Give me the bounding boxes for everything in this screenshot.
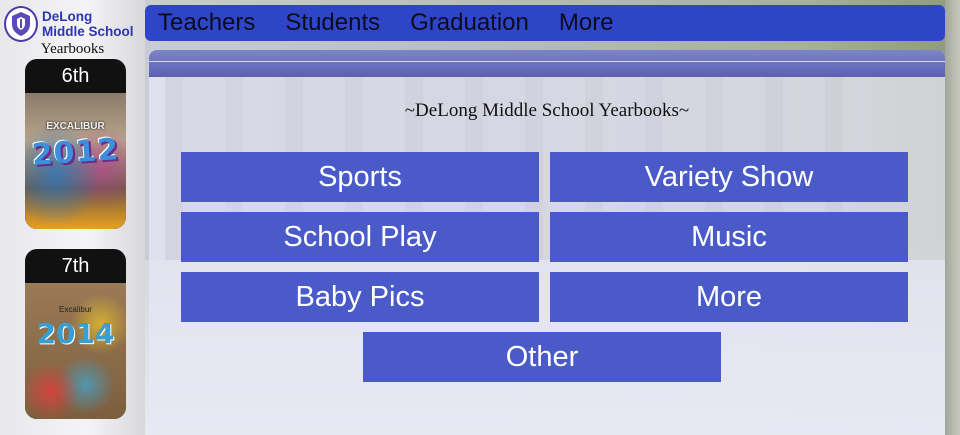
baby-pics-button[interactable]: Baby Pics — [181, 272, 539, 322]
cover-7th-title: Excalibur — [59, 305, 92, 314]
other-button[interactable]: Other — [363, 332, 721, 382]
page-heading: ~DeLong Middle School Yearbooks~ — [404, 100, 690, 121]
variety-show-button[interactable]: Variety Show — [550, 152, 908, 202]
nav-graduation[interactable]: Graduation — [410, 9, 529, 37]
cover-7th-year: 2014 — [36, 317, 115, 350]
top-nav-bar: Teachers Students Graduation More — [145, 5, 945, 41]
nav-teachers[interactable]: Teachers — [158, 9, 255, 37]
school-logo[interactable]: DeLong Middle School — [4, 4, 144, 44]
yearbook-6th-card[interactable]: 6th EXCALIBUR 2012 — [25, 59, 126, 229]
school-name: DeLong Middle School — [42, 9, 134, 39]
nav-students[interactable]: Students — [285, 9, 380, 37]
cover-6th-year: 2012 — [30, 131, 121, 174]
nav-more[interactable]: More — [559, 9, 614, 37]
cover-6th-title: EXCALIBUR — [46, 121, 105, 132]
yearbook-7th-label: 7th — [61, 255, 90, 277]
school-name-line2: Middle School — [42, 24, 134, 39]
music-button[interactable]: Music — [550, 212, 908, 262]
sidebar-title: Yearbooks — [40, 41, 105, 57]
sports-button[interactable]: Sports — [181, 152, 539, 202]
sidebar: DeLong Middle School Yearbooks 6th EXCAL… — [0, 0, 145, 435]
school-name-line1: DeLong — [42, 9, 93, 24]
panel-header-divider — [149, 61, 945, 62]
yearbook-7th-card[interactable]: 7th Excalibur 2014 — [25, 249, 126, 419]
right-edge-strip — [945, 0, 960, 435]
school-play-button[interactable]: School Play — [181, 212, 539, 262]
yearbook-7th-cover[interactable]: Excalibur 2014 — [25, 283, 126, 419]
yearbook-6th-cover[interactable]: EXCALIBUR 2012 — [25, 93, 126, 229]
panel-header-band — [149, 50, 945, 77]
more-button[interactable]: More — [550, 272, 908, 322]
yearbooks-panel: ~DeLong Middle School Yearbooks~ Sports … — [149, 50, 945, 435]
yearbook-6th-label: 6th — [61, 65, 90, 87]
knights-crest-icon — [4, 6, 38, 42]
